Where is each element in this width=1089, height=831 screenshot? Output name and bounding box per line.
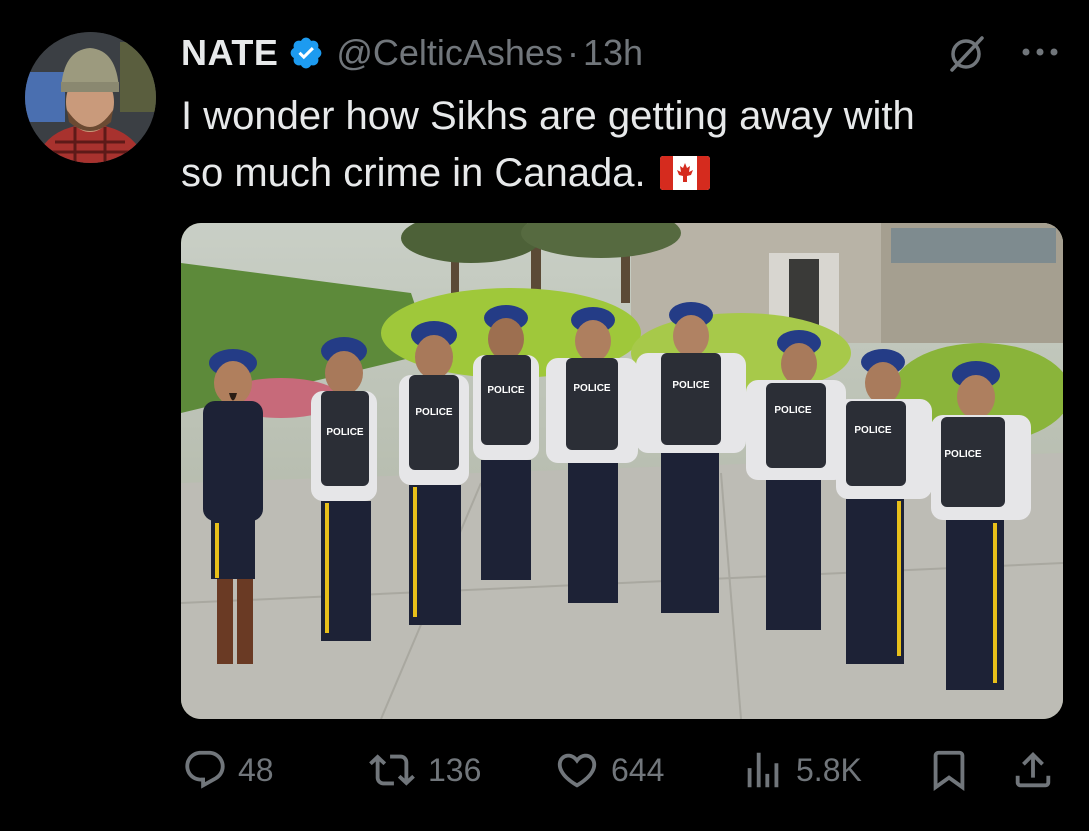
badge-label: POLICE — [326, 427, 364, 438]
badge-label: POLICE — [415, 407, 453, 418]
badge-label: POLICE — [487, 385, 525, 396]
repost-icon — [369, 754, 415, 786]
tweet-actions-bar: 48 136 644 5.8K — [0, 740, 1089, 800]
timestamp[interactable]: 13h — [583, 32, 643, 74]
police-group-photo: POLICE POLICE POLICE POLICE POLICE POLIC… — [181, 223, 1063, 719]
badge-label: POLICE — [573, 383, 611, 394]
heart-icon — [557, 753, 597, 788]
canada-flag-icon — [659, 149, 710, 190]
user-handle[interactable]: @CelticAshes — [336, 32, 563, 74]
tweet-text: I wonder how Sikhs are getting away with… — [181, 88, 1061, 202]
avatar-image — [25, 32, 156, 163]
like-count: 644 — [611, 751, 665, 788]
badge-label: POLICE — [672, 380, 710, 391]
like-button[interactable]: 644 — [553, 740, 664, 800]
share-icon — [1015, 751, 1051, 788]
grok-icon[interactable] — [944, 32, 988, 76]
reply-button[interactable]: 48 — [182, 740, 274, 800]
tweet-text-line-2: so much crime in Canada. — [181, 151, 646, 195]
views-button[interactable]: 5.8K — [740, 740, 862, 800]
separator-dot: · — [566, 32, 579, 73]
tweet-text-line: I wonder how Sikhs are getting away with — [181, 94, 915, 138]
tweet-media-photo[interactable]: POLICE POLICE POLICE POLICE POLICE POLIC… — [181, 223, 1063, 719]
display-name[interactable]: NATE — [181, 32, 278, 74]
reply-count: 48 — [238, 751, 274, 788]
badge-label: POLICE — [774, 405, 812, 416]
reply-icon — [185, 750, 225, 789]
share-button[interactable] — [1010, 740, 1056, 800]
badge-label: POLICE — [944, 449, 982, 460]
repost-count: 136 — [428, 751, 482, 788]
more-icon[interactable] — [1018, 40, 1062, 64]
badge-label: POLICE — [854, 425, 892, 436]
bookmark-icon — [933, 750, 965, 791]
tweet-text-line: so much crime in Canada. — [181, 145, 1061, 202]
tweet-header: NATE @CelticAshes · 13h — [181, 28, 643, 78]
verified-badge-icon[interactable] — [288, 35, 324, 71]
repost-button[interactable]: 136 — [366, 740, 481, 800]
avatar[interactable] — [25, 32, 156, 163]
views-count: 5.8K — [796, 751, 862, 788]
bookmark-button[interactable] — [926, 740, 972, 800]
views-icon — [747, 752, 779, 788]
